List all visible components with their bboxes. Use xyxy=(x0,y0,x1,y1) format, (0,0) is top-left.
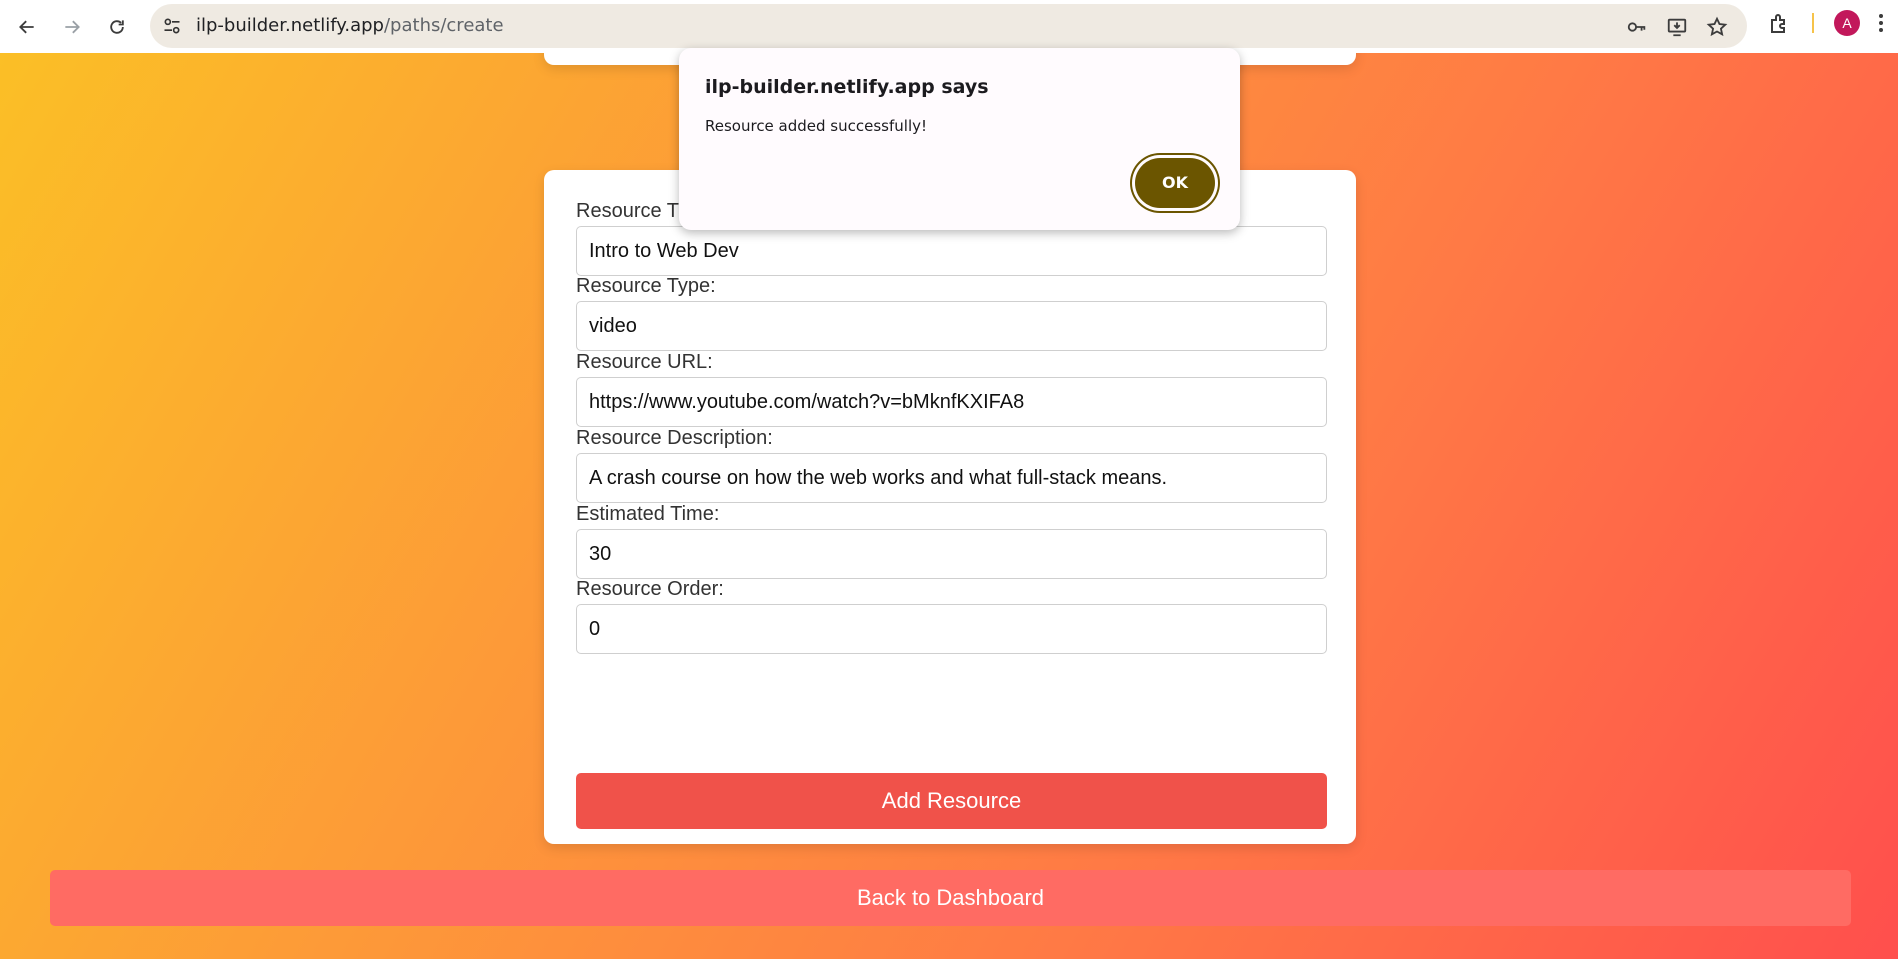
dialog-ok-button[interactable]: OK xyxy=(1135,158,1215,208)
resource-description-label: Resource Description: xyxy=(576,427,773,449)
toolbar-divider xyxy=(1812,13,1814,33)
reload-icon[interactable] xyxy=(100,10,134,44)
browser-toolbar: ilp-builder.netlify.app/paths/create A xyxy=(0,0,1898,53)
install-app-icon[interactable] xyxy=(1666,16,1688,38)
dialog-message: Resource added successfully! xyxy=(705,117,927,135)
back-to-dashboard-button[interactable]: Back to Dashboard xyxy=(50,870,1851,926)
site-info-icon[interactable] xyxy=(162,16,182,36)
resource-form-card: Resource Title: Intro to Web Dev Resourc… xyxy=(544,170,1356,844)
alert-dialog: ilp-builder.netlify.app says Resource ad… xyxy=(679,48,1240,230)
bookmark-star-icon[interactable] xyxy=(1706,16,1728,38)
url-path: /paths/create xyxy=(383,15,504,36)
resource-order-input[interactable]: 0 xyxy=(576,604,1327,654)
url-host: ilp-builder.netlify.app xyxy=(196,15,384,36)
dialog-title: ilp-builder.netlify.app says xyxy=(705,76,989,98)
url-text[interactable]: ilp-builder.netlify.app/paths/create xyxy=(196,4,504,48)
resource-description-input[interactable]: A crash course on how the web works and … xyxy=(576,453,1327,503)
resource-type-input[interactable]: video xyxy=(576,301,1327,351)
resource-type-label: Resource Type: xyxy=(576,275,716,297)
estimated-time-input[interactable]: 30 xyxy=(576,529,1327,579)
back-arrow-icon[interactable] xyxy=(10,10,44,44)
password-key-icon[interactable] xyxy=(1626,16,1648,38)
resource-url-label: Resource URL: xyxy=(576,351,713,373)
estimated-time-label: Estimated Time: xyxy=(576,503,720,525)
resource-url-input[interactable]: https://www.youtube.com/watch?v=bMknfKXI… xyxy=(576,377,1327,427)
add-resource-button[interactable]: Add Resource xyxy=(576,773,1327,829)
forward-arrow-icon[interactable] xyxy=(55,10,89,44)
extensions-icon[interactable] xyxy=(1768,12,1792,36)
more-menu-icon[interactable] xyxy=(1878,12,1884,34)
address-bar[interactable]: ilp-builder.netlify.app/paths/create xyxy=(150,4,1747,48)
profile-avatar[interactable]: A xyxy=(1834,10,1860,36)
resource-order-label: Resource Order: xyxy=(576,578,724,600)
resource-title-input[interactable]: Intro to Web Dev xyxy=(576,226,1327,276)
